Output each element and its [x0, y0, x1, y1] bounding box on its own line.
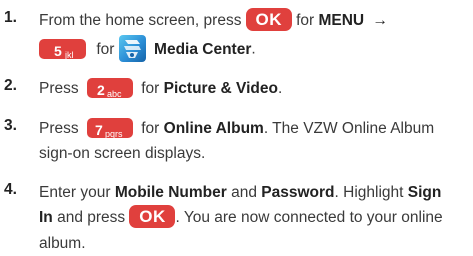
online-album-label: Online Album: [163, 120, 264, 137]
step-number: 2.: [4, 77, 17, 94]
step-4-line-2: In and press OK. You are now connected t…: [39, 205, 443, 229]
step-3-line-2: sign-on screen displays.: [39, 145, 206, 162]
key-5-jkl-icon: 5 jkl: [39, 38, 86, 60]
key-7-pqrs-icon: 7 pqrs: [86, 117, 133, 139]
step-1-line-1: From the home screen, press OK for MENU …: [39, 8, 388, 32]
mobile-number-label: Mobile Number: [114, 184, 227, 201]
step-number: 1.: [4, 9, 17, 26]
step-1-line-2: 5 jkl for Media Center.: [39, 35, 256, 62]
menu-label: MENU: [318, 12, 365, 29]
step-4-line-1: Enter your Mobile Number and Password. H…: [39, 184, 442, 201]
picture-video-label: Picture & Video: [163, 80, 278, 97]
step-4-line-3: album.: [39, 235, 86, 252]
ok-key-icon: OK: [245, 8, 292, 32]
password-label: Password: [261, 184, 335, 201]
step-number: 3.: [4, 117, 17, 134]
arrow-icon: →: [372, 12, 388, 29]
media-center-icon: [118, 35, 146, 62]
step-2-line-1: Press 2 abc for Picture & Video.: [39, 77, 282, 101]
key-2-abc-icon: 2 abc: [86, 77, 133, 99]
ok-key-icon: OK: [129, 205, 176, 229]
in-label: In: [39, 209, 53, 226]
step-number: 4.: [4, 181, 17, 198]
step-3-line-1: Press 7 pqrs for Online Album. The VZW O…: [39, 117, 434, 141]
media-center-label: Media Center: [154, 40, 252, 58]
sign-label: Sign: [407, 184, 442, 201]
